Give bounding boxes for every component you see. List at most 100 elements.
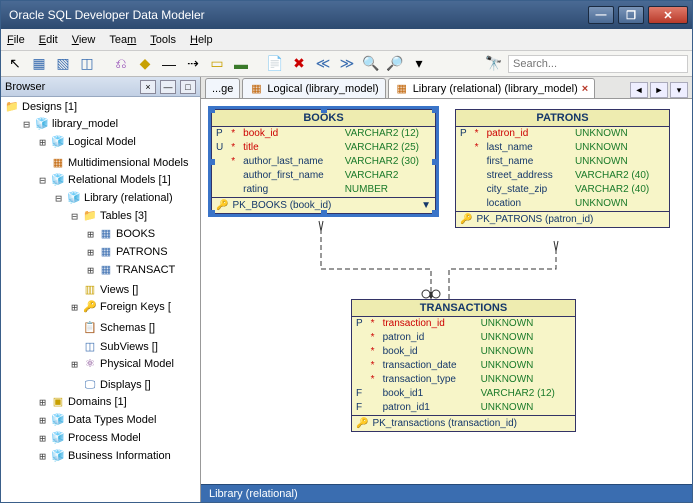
tab-list-icon[interactable]: ▾ — [670, 82, 688, 98]
physical-icon: ⚛ — [83, 358, 97, 372]
dropdown-icon[interactable]: ▾ — [409, 54, 429, 74]
table-icon: ▦ — [99, 245, 113, 259]
subview-icon: ◫ — [83, 341, 97, 355]
entity-title: PATRONS — [456, 110, 669, 127]
menu-file[interactable]: File — [7, 34, 25, 46]
last-icon[interactable]: ≫ — [337, 54, 357, 74]
editor-tabbar: ...ge ▦Logical (library_model) ▦Library … — [201, 77, 692, 99]
tree-table-books: ⊞▦BOOKS — [83, 226, 157, 243]
tab-next-icon[interactable]: ► — [650, 82, 668, 98]
column-list: P*transaction_idUNKNOWN *patron_idUNKNOW… — [352, 317, 575, 415]
multi-icon: ▦ — [51, 156, 65, 170]
tree-fks: ⊞🔑Foreign Keys [ — [67, 299, 173, 316]
note-icon[interactable]: ◆ — [135, 54, 155, 74]
first-icon[interactable]: ≪ — [313, 54, 333, 74]
new-doc-icon[interactable]: 📄 — [265, 54, 285, 74]
panel-close-icon[interactable]: × — [140, 80, 156, 94]
tree-displays: 🖵Displays [] — [67, 377, 153, 394]
entity-transactions[interactable]: TRANSACTIONS P*transaction_idUNKNOWN *pa… — [351, 299, 576, 432]
display-icon: 🖵 — [83, 378, 97, 392]
types-icon: 🧊 — [51, 413, 65, 427]
tree-table-transact: ⊞▦TRANSACT — [83, 262, 177, 279]
tree-logical-model: ⊞🧊Logical Model — [35, 134, 138, 151]
tab-ge[interactable]: ...ge — [205, 78, 240, 98]
maximize-button[interactable]: ❐ — [618, 6, 644, 24]
menu-edit[interactable]: Edit — [39, 34, 58, 46]
binoculars-icon[interactable]: 🔭 — [484, 54, 504, 74]
delete-icon[interactable]: ✖ — [289, 54, 309, 74]
box-icon[interactable]: ▭ — [207, 54, 227, 74]
tree-dtm: ⊞🧊Data Types Model — [35, 412, 158, 429]
panel-max-icon[interactable]: □ — [180, 80, 196, 94]
window-title: Oracle SQL Developer Data Modeler — [9, 8, 584, 22]
menu-help[interactable]: Help — [190, 34, 213, 46]
line-icon[interactable]: — — [159, 54, 179, 74]
views-icon: ▥ — [83, 284, 97, 298]
toolbar: ↖ ▦ ▧ ◫ ⎌ ◆ — ⇢ ▭ ▬ 📄 ✖ ≪ ≫ 🔍 🔎 ▾ 🔭 — [1, 51, 692, 77]
diagram-canvas[interactable]: BOOKS P*book_idVARCHAR2 (12) U*titleVARC… — [201, 99, 692, 484]
model-icon: 🧊 — [67, 191, 81, 205]
zoom-in-icon[interactable]: 🔍 — [361, 54, 381, 74]
relational-icon: 🧊 — [51, 173, 65, 187]
connect-icon[interactable]: ⇢ — [183, 54, 203, 74]
logical-icon: 🧊 — [51, 136, 65, 150]
browser-title: Browser — [5, 81, 136, 93]
view-icon[interactable]: ▧ — [53, 54, 73, 74]
pk-row: 🔑PK_PATRONS (patron_id) — [456, 211, 669, 227]
tab-library-relational[interactable]: ▦Library (relational) (library_model)× — [388, 78, 596, 98]
tree-multidimensional: ▦Multidimensional Models — [35, 155, 190, 172]
tree-tables: ⊟📁Tables [3] — [67, 208, 149, 225]
menu-view[interactable]: View — [72, 34, 96, 46]
schema-icon: 📋 — [83, 321, 97, 335]
tree-table-patrons: ⊞▦PATRONS — [83, 244, 170, 261]
pointer-tool-icon[interactable]: ↖ — [5, 54, 25, 74]
tree-domains: ⊞▣Domains [1] — [35, 394, 129, 411]
tab-prev-icon[interactable]: ◄ — [630, 82, 648, 98]
minimize-button[interactable]: — — [588, 6, 614, 24]
tree-business: ⊞🧊Business Information — [35, 448, 173, 465]
tab-close-icon[interactable]: × — [582, 83, 588, 95]
browser-panel: Browser × — □ 📁Designs [1] ⊟🧊library_mod… — [1, 77, 201, 502]
diagram-icon: ▦ — [249, 82, 263, 96]
domain-icon: ▣ — [51, 395, 65, 409]
tree-relational: ⊟🧊Relational Models [1] — [35, 172, 173, 189]
menu-tools[interactable]: Tools — [150, 34, 176, 46]
design-icon: 🧊 — [35, 118, 49, 132]
key-icon: 🔑 — [460, 214, 472, 225]
diagram-icon: ▦ — [395, 82, 409, 96]
key-icon: 🔑 — [83, 301, 97, 315]
fk-icon[interactable]: ⎌ — [111, 54, 131, 74]
tree-library-model: ⊟🧊library_model — [19, 116, 120, 133]
zoom-out-icon[interactable]: 🔎 — [385, 54, 405, 74]
title-bar: Oracle SQL Developer Data Modeler — ❐ ✕ — [1, 1, 692, 29]
tree-subviews: ◫SubViews [] — [67, 339, 160, 356]
menu-team[interactable]: Team — [109, 34, 136, 46]
status-bar: Library (relational) — [201, 484, 692, 502]
tree-views: ▥Views [] — [67, 282, 140, 299]
split-icon[interactable]: ◫ — [77, 54, 97, 74]
column-list: P*book_idVARCHAR2 (12) U*titleVARCHAR2 (… — [212, 127, 435, 197]
table-icon[interactable]: ▦ — [29, 54, 49, 74]
pk-row: 🔑PK_transactions (transaction_id) — [352, 415, 575, 431]
business-icon: 🧊 — [51, 449, 65, 463]
tab-logical[interactable]: ▦Logical (library_model) — [242, 78, 385, 98]
tree-schemas: 📋Schemas [] — [67, 320, 157, 337]
status-text: Library (relational) — [209, 488, 298, 500]
rect-icon[interactable]: ▬ — [231, 54, 251, 74]
tree-physical: ⊞⚛Physical Model — [67, 356, 176, 373]
browser-tree[interactable]: 📁Designs [1] ⊟🧊library_model ⊞🧊Logical M… — [1, 97, 200, 502]
panel-min-icon[interactable]: — — [160, 80, 176, 94]
entity-patrons[interactable]: PATRONS P*patron_idUNKNOWN *last_nameUNK… — [455, 109, 670, 228]
table-icon: ▦ — [99, 263, 113, 277]
tree-library-rel: ⊟🧊Library (relational) — [51, 190, 175, 207]
entity-title: TRANSACTIONS — [352, 300, 575, 317]
table-icon: ▦ — [99, 227, 113, 241]
entity-books[interactable]: BOOKS P*book_idVARCHAR2 (12) U*titleVARC… — [211, 109, 436, 214]
tree-designs: 📁Designs [1] — [3, 99, 79, 116]
search-input[interactable] — [508, 55, 688, 73]
column-list: P*patron_idUNKNOWN *last_nameUNKNOWN fir… — [456, 127, 669, 211]
menu-bar: File Edit View Team Tools Help — [1, 29, 692, 51]
key-icon: 🔑 — [356, 418, 368, 429]
folder-icon: 📁 — [83, 209, 97, 223]
close-button[interactable]: ✕ — [648, 6, 688, 24]
